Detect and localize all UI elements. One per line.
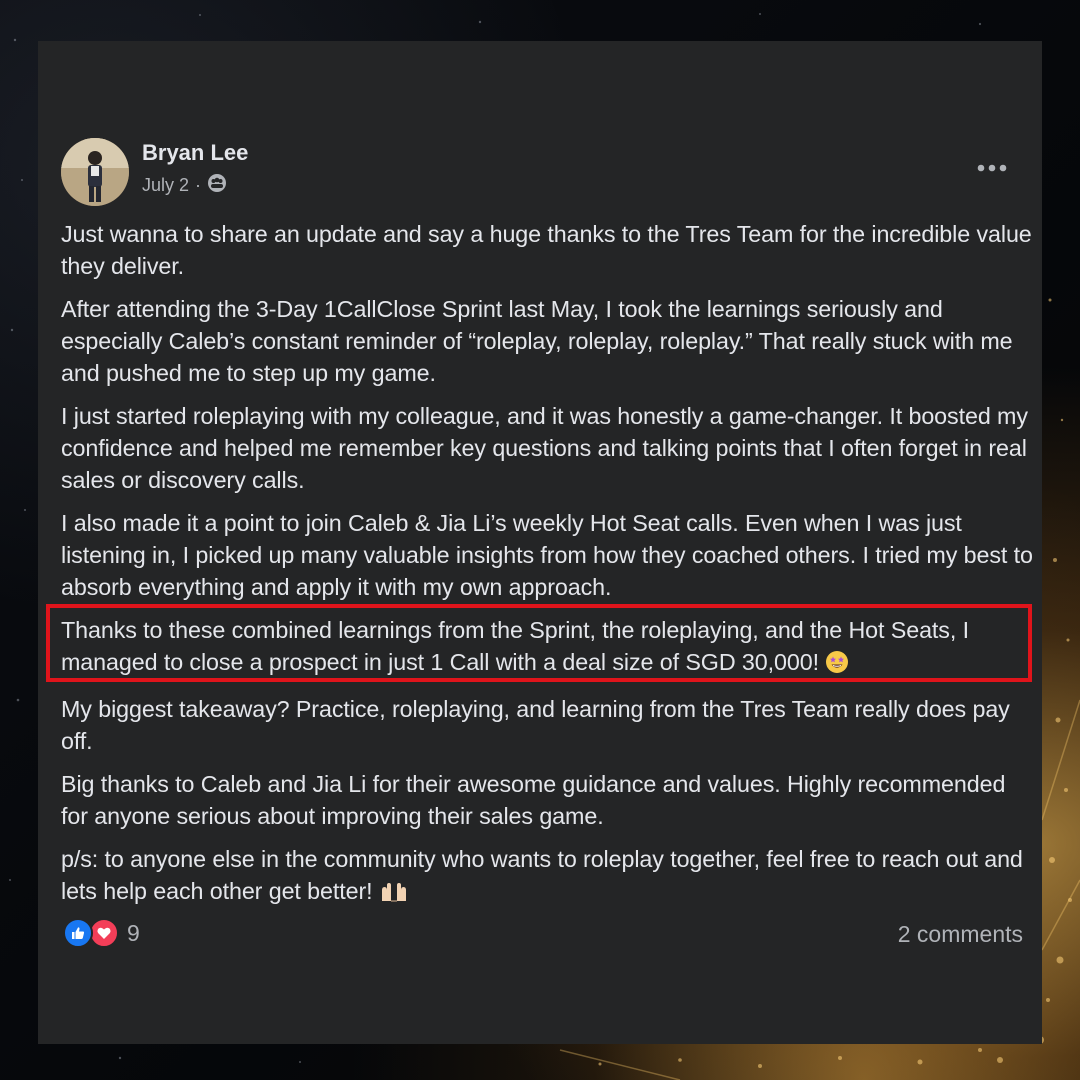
reaction-count: 9 xyxy=(127,919,140,946)
avatar-image xyxy=(61,138,129,206)
post-paragraph: After attending the 3-Day 1CallClose Spr… xyxy=(61,296,1013,386)
post-paragraph: My biggest takeaway? Practice, roleplayi… xyxy=(61,696,1010,754)
group-icon xyxy=(207,173,227,198)
post-paragraph: Just wanna to share an update and say a … xyxy=(61,221,1032,279)
reactions-summary[interactable]: 9 xyxy=(63,918,140,948)
post-paragraph-last: p/s: to anyone else in the community who… xyxy=(61,843,1036,911)
highlight-box xyxy=(46,604,1032,682)
like-icon xyxy=(63,918,93,948)
comments-link[interactable]: 2 comments xyxy=(898,921,1023,948)
meta-separator: · xyxy=(195,175,202,195)
more-options-icon xyxy=(977,164,1007,172)
author-avatar[interactable] xyxy=(61,138,129,206)
post-date[interactable]: July 2 xyxy=(142,175,189,196)
post-paragraph: I just started roleplaying with my colle… xyxy=(61,403,1028,493)
last-paragraph-text: p/s: to anyone else in the community who… xyxy=(61,846,1023,904)
love-icon xyxy=(89,918,119,948)
post-body: Just wanna to share an update and say a … xyxy=(61,218,1036,922)
post-meta: July 2 · xyxy=(142,173,227,198)
post-paragraph: Big thanks to Caleb and Jia Li for their… xyxy=(61,771,1006,829)
post-paragraph: I also made it a point to join Caleb & J… xyxy=(61,510,1033,600)
more-options-button[interactable] xyxy=(970,152,1014,184)
author-name[interactable]: Bryan Lee xyxy=(142,140,248,166)
raised-hands-emoji xyxy=(379,879,409,911)
